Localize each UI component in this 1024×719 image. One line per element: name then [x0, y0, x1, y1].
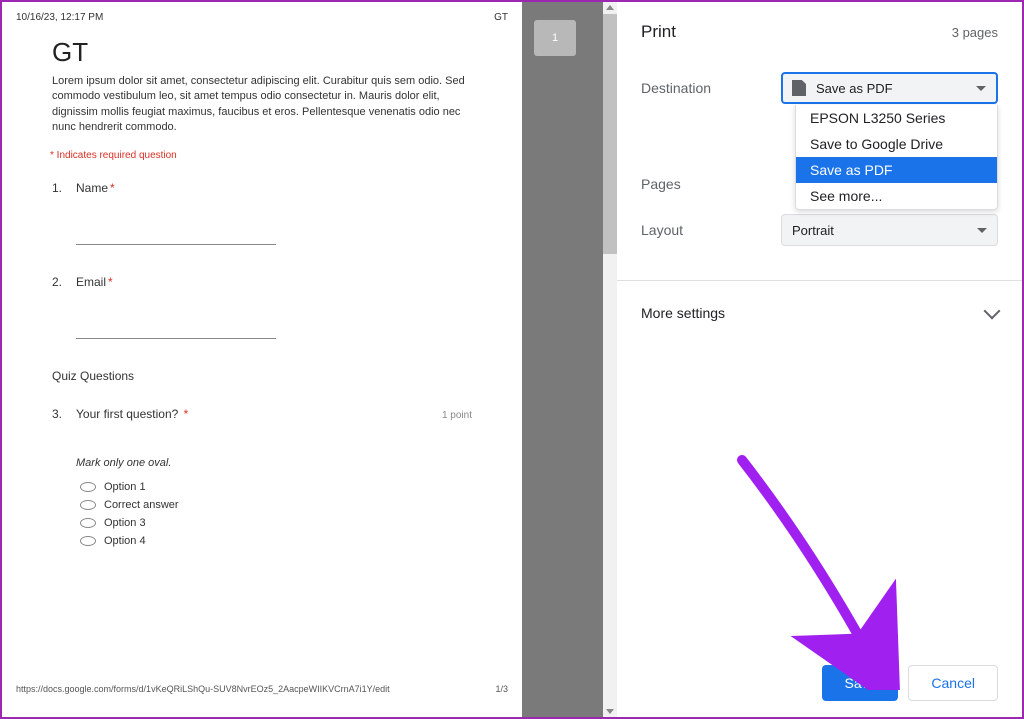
- more-settings-toggle[interactable]: More settings: [641, 299, 998, 327]
- option-row: Option 4: [80, 535, 472, 547]
- chevron-down-icon: [977, 228, 987, 233]
- q3-label: Your first question? *: [76, 407, 188, 421]
- destination-label: Destination: [641, 80, 781, 96]
- q1-number: 1.: [52, 181, 76, 195]
- required-asterisk: *: [110, 181, 115, 195]
- option-label: Option 4: [104, 535, 146, 547]
- pdf-file-icon: [792, 80, 806, 96]
- option-label: Option 1: [104, 481, 146, 493]
- preview-page: 10/16/23, 12:17 PM GT GT Lorem ipsum dol…: [2, 2, 522, 702]
- question-2: 2. Email*: [52, 275, 472, 289]
- thumbnail-page-1[interactable]: 1: [534, 20, 576, 56]
- destination-select[interactable]: Save as PDF: [781, 72, 998, 104]
- oval-icon: [80, 536, 96, 546]
- option-label: Correct answer: [104, 499, 179, 511]
- chevron-down-icon: [984, 303, 1001, 320]
- save-button[interactable]: Save: [822, 665, 898, 701]
- oval-icon: [80, 500, 96, 510]
- destination-option-see-more[interactable]: See more...: [796, 183, 997, 209]
- required-asterisk: *: [184, 407, 189, 421]
- q3-instruction: Mark only one oval.: [76, 457, 472, 469]
- q1-label: Name*: [76, 181, 115, 195]
- layout-value: Portrait: [792, 223, 834, 238]
- page-header: 10/16/23, 12:17 PM GT: [2, 2, 522, 27]
- destination-value: Save as PDF: [816, 81, 893, 96]
- print-settings-pane: Print 3 pages Destination Save as PDF EP…: [617, 2, 1022, 717]
- page-count: 3 pages: [952, 25, 998, 40]
- required-indicator-note: * Indicates required question: [50, 150, 472, 161]
- layout-row: Layout Portrait: [641, 214, 998, 246]
- dialog-footer: Save Cancel: [822, 665, 998, 701]
- print-dialog-title: Print: [641, 22, 676, 42]
- scrollbar-thumb[interactable]: [603, 14, 617, 254]
- preview-scrollbar[interactable]: [603, 2, 617, 717]
- q3-points: 1 point: [442, 410, 472, 421]
- destination-option-save-as-pdf[interactable]: Save as PDF: [796, 157, 997, 183]
- footer-url: https://docs.google.com/forms/d/1vKeQRiL…: [16, 684, 390, 694]
- layout-select[interactable]: Portrait: [781, 214, 998, 246]
- form-description: Lorem ipsum dolor sit amet, consectetur …: [52, 74, 472, 136]
- oval-icon: [80, 482, 96, 492]
- page-footer: https://docs.google.com/forms/d/1vKeQRiL…: [16, 684, 508, 694]
- destination-option-google-drive[interactable]: Save to Google Drive: [796, 131, 997, 157]
- preview-page-container: 10/16/23, 12:17 PM GT GT Lorem ipsum dol…: [2, 2, 617, 717]
- option-row: Option 3: [80, 517, 472, 529]
- q2-label: Email*: [76, 275, 113, 289]
- q3-number: 3.: [52, 407, 76, 421]
- option-label: Option 3: [104, 517, 146, 529]
- q1-response-line: [76, 223, 276, 245]
- option-row: Correct answer: [80, 499, 472, 511]
- pages-label: Pages: [641, 176, 781, 192]
- page-header-title: GT: [494, 12, 508, 23]
- destination-option-epson[interactable]: EPSON L3250 Series: [796, 105, 997, 131]
- cancel-button[interactable]: Cancel: [908, 665, 998, 701]
- required-asterisk: *: [108, 275, 113, 289]
- footer-page-number: 1/3: [495, 684, 508, 694]
- divider: [617, 280, 1022, 281]
- question-1: 1. Name*: [52, 181, 472, 195]
- destination-row: Destination Save as PDF EPSON L3250 Seri…: [641, 72, 998, 104]
- q2-response-line: [76, 317, 276, 339]
- oval-icon: [80, 518, 96, 528]
- form-title: GT: [52, 37, 472, 68]
- layout-label: Layout: [641, 222, 781, 238]
- question-3: 3. Your first question? * 1 point: [52, 407, 472, 449]
- chevron-down-icon: [976, 86, 986, 91]
- q2-number: 2.: [52, 275, 76, 289]
- print-preview-pane: 10/16/23, 12:17 PM GT GT Lorem ipsum dol…: [2, 2, 617, 717]
- destination-dropdown: EPSON L3250 Series Save to Google Drive …: [795, 105, 998, 210]
- option-row: Option 1: [80, 481, 472, 493]
- quiz-section-title: Quiz Questions: [52, 369, 472, 383]
- page-timestamp: 10/16/23, 12:17 PM: [16, 12, 103, 23]
- more-settings-label: More settings: [641, 305, 725, 321]
